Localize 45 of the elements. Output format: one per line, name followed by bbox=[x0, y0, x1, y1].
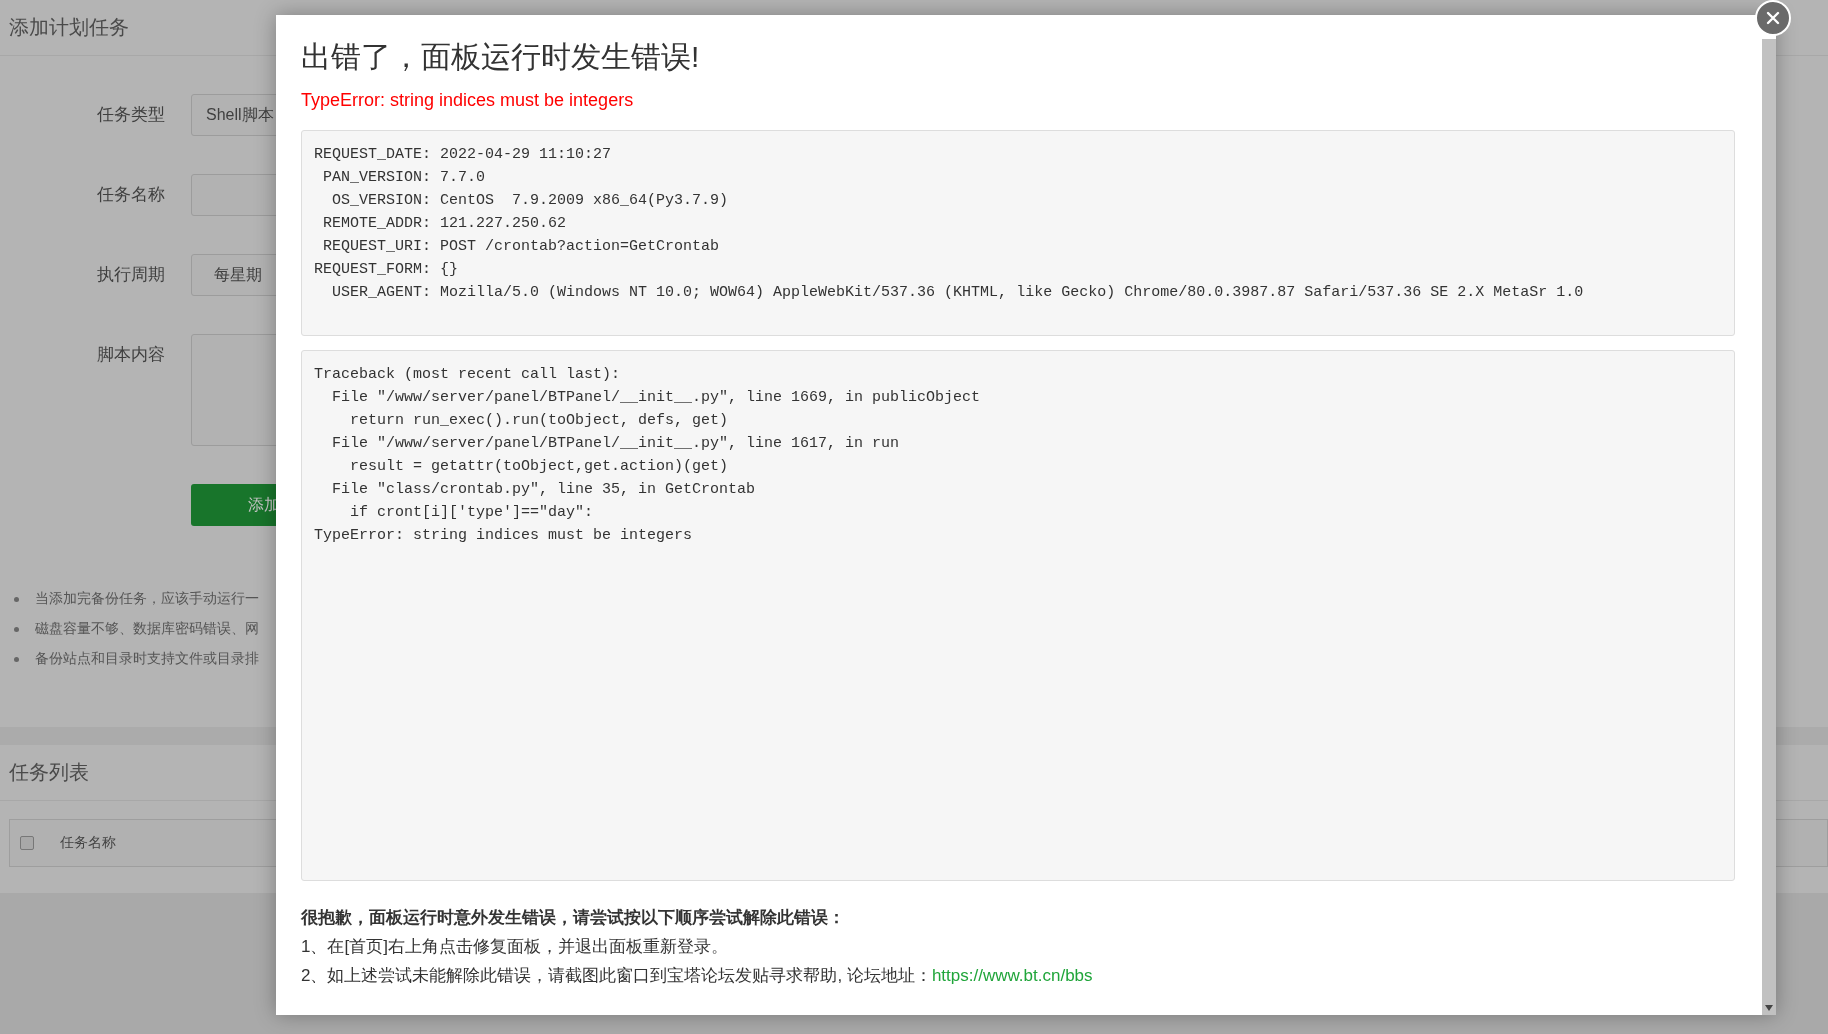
traceback-line: File "/www/server/panel/BTPanel/__init__.py", line 1669, in publicObject bbox=[332, 389, 981, 406]
info-value: {} bbox=[440, 260, 460, 280]
info-value: Mozilla/5.0 (Windows NT 10.0; WOW64) AppleWebKit/537.36 (KHTML, like Gecko) Chrome/80.0.3987.87 Safari/537.36 SE 2.X MetaSr 1.0 bbox=[440, 283, 1585, 303]
section-title: 任务列表 bbox=[9, 760, 89, 785]
field-label: 任务类型 bbox=[96, 104, 165, 126]
info-value: CentOS 7.9.2009 x86_64(Py3.7.9) bbox=[440, 191, 730, 211]
info-key: REMOTE_ADDR: bbox=[314, 212, 432, 235]
traceback-line: File "class/crontab.py", line 35, in GetCrontab bbox=[332, 481, 756, 498]
traceback-line: return run_exec().run(toObject, defs, get) bbox=[350, 412, 729, 429]
field-label: 执行周期 bbox=[96, 264, 165, 286]
scroll-down-icon[interactable] bbox=[1764, 1005, 1774, 1011]
bullet-icon bbox=[14, 626, 19, 632]
field-label: 脚本内容 bbox=[96, 344, 165, 366]
section-title: 添加计划任务 bbox=[9, 15, 129, 40]
checkbox[interactable] bbox=[20, 836, 34, 850]
column-header: 任务名称 bbox=[60, 834, 116, 852]
close-icon bbox=[1765, 10, 1781, 26]
info-key: OS_VERSION: bbox=[314, 189, 432, 212]
field-label: 任务名称 bbox=[96, 184, 165, 206]
tip-text: 磁盘容量不够、数据库密码错误、网 bbox=[35, 620, 259, 638]
help-heading: 很抱歉，面板运行时意外发生错误，请尝试按以下顺序尝试解除此错误： bbox=[301, 907, 846, 929]
traceback-line: TypeError: string indices must be integers bbox=[314, 527, 693, 544]
traceback-line: if cront[i]['type']=="day": bbox=[350, 504, 594, 521]
bullet-icon bbox=[14, 596, 19, 602]
scrollbar[interactable] bbox=[1762, 39, 1776, 1015]
info-key: REQUEST_FORM: bbox=[314, 258, 432, 281]
info-key: REQUEST_DATE: bbox=[314, 143, 432, 166]
info-key: USER_AGENT: bbox=[314, 281, 432, 304]
traceback-line: result = getattr(toObject,get.action)(get) bbox=[350, 458, 729, 475]
bullet-icon bbox=[14, 656, 19, 662]
traceback-line: Traceback (most recent call last): bbox=[314, 366, 621, 383]
info-value: 121.227.250.62 bbox=[440, 214, 568, 234]
traceback-line: File "/www/server/panel/BTPanel/__init__.py", line 1617, in run bbox=[332, 435, 900, 452]
error-message: TypeError: string indices must be integers bbox=[301, 89, 635, 112]
help-step: 1、在[首页]右上角点击修复面板，并退出面板重新登录。 bbox=[301, 937, 728, 956]
info-key: PAN_VERSION: bbox=[314, 166, 432, 189]
dialog-title: 出错了，面板运行时发生错误! bbox=[301, 39, 701, 75]
help-step: 2、如上述尝试未能解除此错误，请截图此窗口到宝塔论坛发贴寻求帮助, 论坛地址： bbox=[301, 966, 932, 985]
info-value: 7.7.0 bbox=[440, 168, 487, 188]
info-value: POST /crontab?action=GetCrontab bbox=[440, 237, 721, 257]
info-key: REQUEST_URI: bbox=[314, 235, 432, 258]
forum-link[interactable]: https://www.bt.cn/bbs bbox=[931, 966, 1093, 985]
tip-text: 当添加完备份任务，应该手动运行一 bbox=[35, 590, 259, 608]
tip-text: 备份站点和目录时支持文件或目录排 bbox=[35, 650, 259, 668]
info-value: 2022-04-29 11:10:27 bbox=[440, 145, 613, 165]
